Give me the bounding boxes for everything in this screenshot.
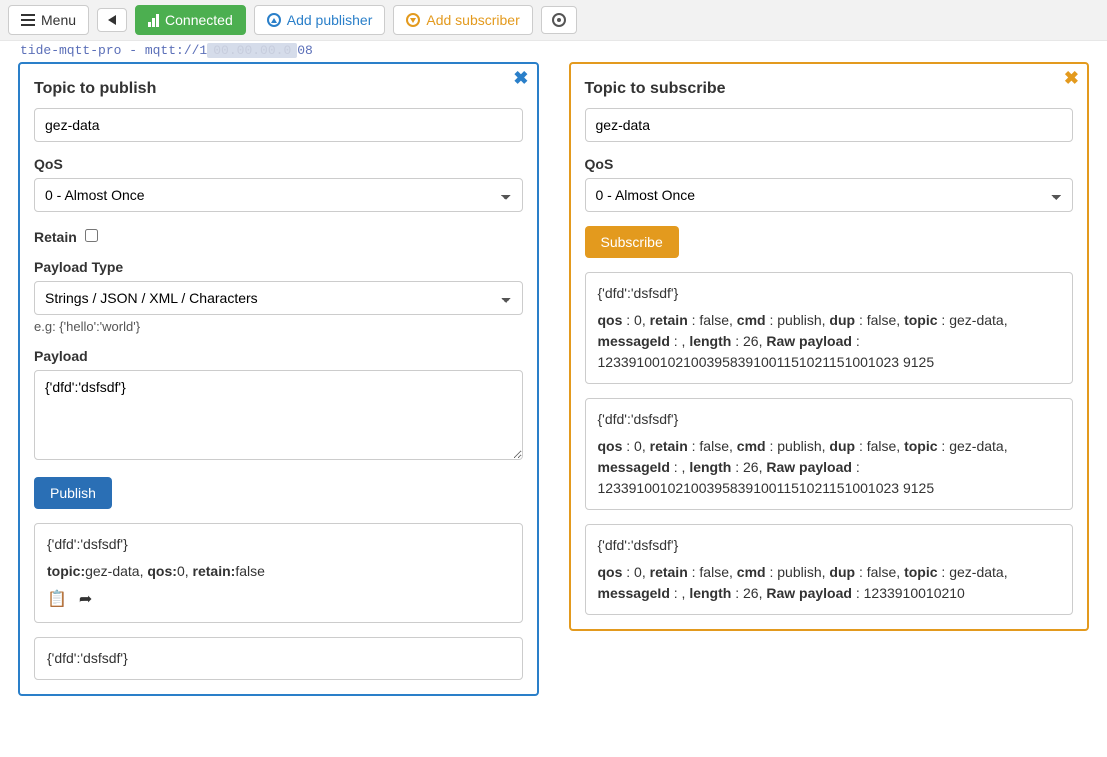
back-button[interactable]: [97, 8, 127, 32]
toolbar: Menu Connected Add publisher Add subscri…: [0, 0, 1107, 41]
gear-icon: [552, 13, 566, 27]
message-meta: qos : 0, retain : false, cmd : publish, …: [598, 310, 1061, 373]
add-subscriber-label: Add subscriber: [426, 12, 519, 28]
connected-label: Connected: [165, 12, 233, 28]
subscriber-panel: ✖ Topic to subscribe QoS 0 - Almost Once…: [569, 62, 1090, 631]
hamburger-icon: [21, 14, 35, 26]
retain-checkbox[interactable]: [85, 229, 98, 242]
message-meta: qos : 0, retain : false, cmd : publish, …: [598, 436, 1061, 499]
history-payload: {'dfd':'dsfsdf'}: [47, 534, 510, 555]
download-circle-icon: [406, 13, 420, 27]
publisher-history-item: {'dfd':'dsfsdf'}: [34, 637, 523, 680]
publisher-panel: ✖ Topic to publish QoS 0 - Almost Once R…: [18, 62, 539, 696]
payload-type-label: Payload Type: [34, 259, 523, 275]
close-icon[interactable]: ✖: [1064, 68, 1079, 89]
resend-icon[interactable]: ➦: [79, 588, 92, 612]
publisher-qos-label: QoS: [34, 156, 523, 172]
add-publisher-button[interactable]: Add publisher: [254, 5, 386, 35]
menu-label: Menu: [41, 12, 76, 28]
connection-string: tide-mqtt-pro - mqtt://100.00.00.008: [0, 41, 1107, 62]
add-publisher-label: Add publisher: [287, 12, 373, 28]
message-payload: {'dfd':'dsfsdf'}: [598, 283, 1061, 304]
add-subscriber-button[interactable]: Add subscriber: [393, 5, 532, 35]
payload-label: Payload: [34, 348, 523, 364]
message-payload: {'dfd':'dsfsdf'}: [598, 535, 1061, 556]
history-meta: topic:gez-data, qos:0, retain:false: [47, 561, 510, 582]
subscriber-message: {'dfd':'dsfsdf'} qos : 0, retain : false,…: [585, 524, 1074, 615]
history-payload: {'dfd':'dsfsdf'}: [47, 648, 510, 669]
message-payload: {'dfd':'dsfsdf'}: [598, 409, 1061, 430]
signal-icon: [148, 14, 159, 27]
clipboard-icon[interactable]: 📋: [47, 588, 67, 612]
subscriber-message: {'dfd':'dsfsdf'} qos : 0, retain : false,…: [585, 398, 1074, 510]
connected-button[interactable]: Connected: [135, 5, 246, 35]
subscriber-topic-label: Topic to subscribe: [585, 80, 1074, 98]
subscribe-button[interactable]: Subscribe: [585, 226, 679, 258]
settings-button[interactable]: [541, 6, 577, 34]
publish-button[interactable]: Publish: [34, 477, 112, 509]
publisher-topic-input[interactable]: [34, 108, 523, 142]
publisher-history-item: {'dfd':'dsfsdf'} topic:gez-data, qos:0, …: [34, 523, 523, 623]
close-icon[interactable]: ✖: [513, 68, 528, 89]
payload-textarea[interactable]: [34, 370, 523, 460]
retain-row: Retain: [34, 226, 523, 245]
menu-button[interactable]: Menu: [8, 5, 89, 35]
subscriber-message: {'dfd':'dsfsdf'} qos : 0, retain : false,…: [585, 272, 1074, 384]
arrow-left-icon: [108, 15, 116, 25]
payload-type-select[interactable]: Strings / JSON / XML / Characters: [34, 281, 523, 315]
message-meta: qos : 0, retain : false, cmd : publish, …: [598, 562, 1061, 604]
connection-blurred: 00.00.00.0: [207, 43, 297, 58]
subscriber-qos-label: QoS: [585, 156, 1074, 172]
subscriber-topic-input[interactable]: [585, 108, 1074, 142]
subscriber-qos-select[interactable]: 0 - Almost Once: [585, 178, 1074, 212]
publisher-qos-select[interactable]: 0 - Almost Once: [34, 178, 523, 212]
payload-type-hint: e.g: {'hello':'world'}: [34, 319, 523, 334]
publisher-topic-label: Topic to publish: [34, 80, 523, 98]
upload-circle-icon: [267, 13, 281, 27]
retain-label: Retain: [34, 229, 77, 245]
